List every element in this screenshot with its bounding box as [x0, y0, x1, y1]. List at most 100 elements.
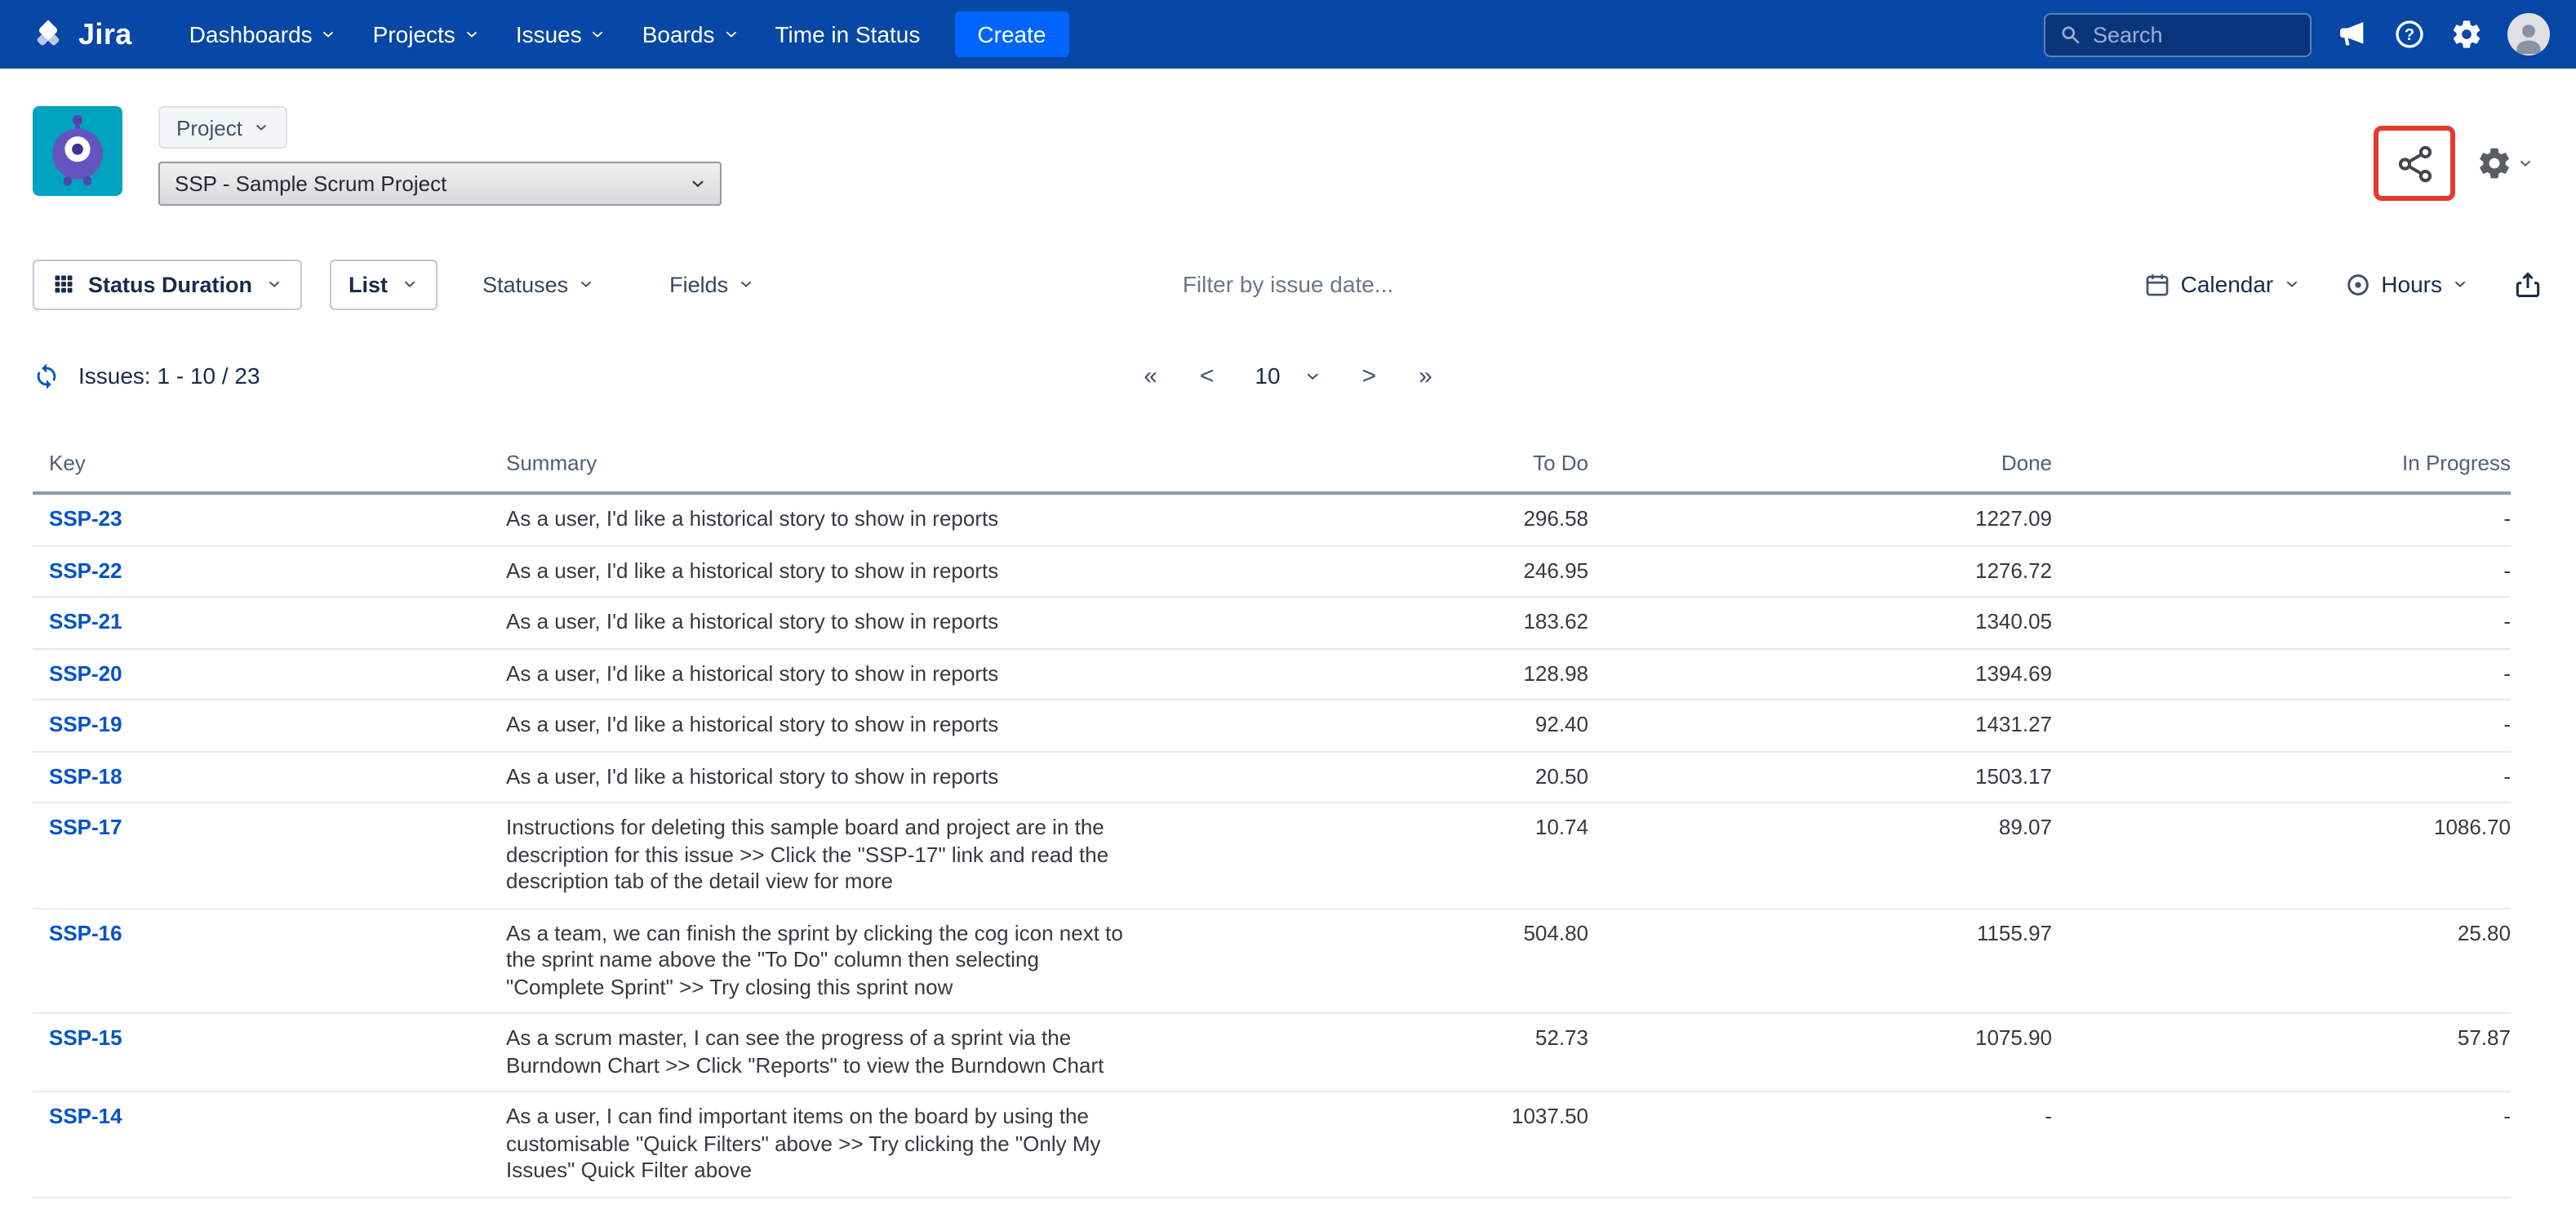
nav-item-issues[interactable]: Issues	[498, 0, 624, 69]
table-row: SSP-21 As a user, I'd like a historical …	[33, 597, 2511, 648]
pagination: « < 10 > »	[1132, 362, 1444, 389]
person-icon	[2511, 20, 2547, 56]
last-page-button[interactable]: »	[1407, 362, 1444, 389]
refresh-icon[interactable]	[33, 362, 60, 389]
view-label: List	[349, 272, 388, 296]
in-progress-value: -	[2052, 545, 2511, 597]
done-value: 1075.90	[1588, 1013, 2052, 1091]
done-value: -	[1588, 1091, 2052, 1197]
nav-item-label: Projects	[373, 21, 455, 47]
done-value: 1276.72	[1588, 545, 2052, 597]
statuses-dropdown[interactable]: Statuses	[482, 272, 594, 296]
issue-summary: Instructions for deleting this sample bo…	[506, 802, 1159, 908]
todo-value: 1037.50	[1159, 1091, 1588, 1197]
table-row: SSP-18 As a user, I'd like a historical …	[33, 751, 2511, 802]
done-value: 1340.05	[1588, 597, 2052, 648]
column-header-summary[interactable]: Summary	[506, 431, 1159, 493]
in-progress-value: 57.87	[2052, 1013, 2511, 1091]
settings-menu-button[interactable]	[2476, 145, 2534, 181]
chevron-down-icon	[401, 276, 417, 292]
issue-key-link[interactable]: SSP-17	[49, 815, 122, 839]
nav-item-boards[interactable]: Boards	[624, 0, 757, 69]
column-header-key[interactable]: Key	[33, 431, 506, 493]
report-type-dropdown[interactable]: Status Duration	[33, 259, 301, 309]
issue-summary: As a user, I can find important items on…	[506, 1091, 1159, 1197]
page-size-select[interactable]: 10	[1245, 362, 1330, 389]
calendar-dropdown[interactable]: Calendar	[2143, 270, 2300, 298]
column-header-todo[interactable]: To Do	[1159, 431, 1588, 493]
settings-gear-icon[interactable]	[2450, 18, 2483, 51]
chevron-down-icon	[689, 175, 707, 193]
in-progress-value: -	[2052, 751, 2511, 802]
jira-home-link[interactable]: Jira	[29, 16, 132, 53]
calendar-icon	[2143, 270, 2171, 298]
issue-key-link[interactable]: SSP-19	[49, 712, 122, 736]
in-progress-value: -	[2052, 597, 2511, 648]
table-row: SSP-23 As a user, I'd like a historical …	[33, 493, 2511, 545]
top-navigation: Jira Dashboards Projects Issues Boards T…	[0, 0, 2576, 69]
prev-page-button[interactable]: <	[1188, 362, 1226, 389]
issue-key-link[interactable]: SSP-15	[49, 1025, 122, 1050]
search-box[interactable]	[2044, 12, 2312, 56]
issue-summary: As a user, I'd like a historical story t…	[506, 493, 1159, 545]
issue-date-filter-input[interactable]	[1100, 271, 1476, 297]
issue-key-link[interactable]: SSP-22	[49, 558, 122, 582]
issue-key-link[interactable]: SSP-20	[49, 660, 122, 685]
issue-summary: As a user, I'd like a historical story t…	[506, 648, 1159, 700]
column-header-done[interactable]: Done	[1588, 431, 2052, 493]
in-progress-value: 25.80	[2052, 908, 2511, 1013]
share-button-highlight	[2374, 126, 2455, 201]
chevron-down-icon	[2452, 276, 2468, 292]
in-progress-value: -	[2052, 493, 2511, 545]
issues-count: Issues: 1 - 10 / 23	[78, 362, 260, 389]
grid-icon	[52, 273, 75, 296]
search-icon	[2059, 23, 2081, 46]
issue-key-link[interactable]: SSP-18	[49, 763, 122, 788]
first-page-button[interactable]: «	[1132, 362, 1169, 389]
nav-item-time-in-status[interactable]: Time in Status	[757, 0, 938, 69]
todo-value: 128.98	[1159, 648, 1588, 700]
table-row: SSP-15 As a scrum master, I can see the …	[33, 1013, 2511, 1091]
statuses-label: Statuses	[482, 272, 568, 296]
nav-item-projects[interactable]: Projects	[355, 0, 498, 69]
main-menu: Dashboards Projects Issues Boards Time i…	[171, 0, 1069, 69]
done-value: 1155.97	[1588, 908, 2052, 1013]
search-input[interactable]	[2093, 22, 2297, 47]
todo-value: 52.73	[1159, 1013, 1588, 1091]
issue-key-link[interactable]: SSP-21	[49, 609, 122, 634]
next-page-button[interactable]: >	[1351, 362, 1388, 389]
chevron-down-icon	[321, 26, 337, 42]
nav-item-dashboards[interactable]: Dashboards	[171, 0, 355, 69]
time-unit-dropdown[interactable]: Hours	[2343, 270, 2468, 298]
issue-summary: As a team, we can finish the sprint by c…	[506, 908, 1159, 1013]
project-avatar	[33, 106, 122, 196]
help-icon[interactable]: ?	[2393, 18, 2426, 51]
issue-key-link[interactable]: SSP-23	[49, 506, 122, 531]
nav-item-label: Dashboards	[189, 21, 313, 47]
todo-value: 92.40	[1159, 700, 1588, 751]
column-header-in-progress[interactable]: In Progress	[2052, 431, 2511, 493]
table-row: SSP-20 As a user, I'd like a historical …	[33, 648, 2511, 700]
app-root: Jira Dashboards Projects Issues Boards T…	[0, 0, 2576, 1227]
issue-summary: As a scrum master, I can see the progres…	[506, 1013, 1159, 1091]
page-size-value: 10	[1255, 362, 1280, 389]
chevron-down-icon	[2283, 276, 2299, 292]
table-row: SSP-19 As a user, I'd like a historical …	[33, 700, 2511, 751]
fields-dropdown[interactable]: Fields	[669, 272, 754, 296]
create-button[interactable]: Create	[954, 11, 1068, 57]
chevron-down-icon	[464, 26, 480, 42]
scope-type-dropdown[interactable]: Project	[158, 106, 288, 149]
view-dropdown[interactable]: List	[329, 259, 437, 309]
chevron-down-icon	[578, 276, 594, 292]
issue-key-link[interactable]: SSP-14	[49, 1104, 122, 1128]
share-icon[interactable]	[2394, 143, 2435, 184]
feedback-megaphone-icon[interactable]	[2336, 18, 2369, 51]
todo-value: 296.58	[1159, 493, 1588, 545]
header-actions	[2374, 121, 2534, 206]
chevron-down-icon	[1304, 367, 1321, 385]
export-icon[interactable]	[2512, 269, 2543, 300]
issue-key-link[interactable]: SSP-16	[49, 920, 122, 945]
todo-value: 20.50	[1159, 751, 1588, 802]
project-select[interactable]: SSP - Sample Scrum Project	[158, 162, 722, 206]
user-avatar[interactable]	[2507, 13, 2550, 56]
